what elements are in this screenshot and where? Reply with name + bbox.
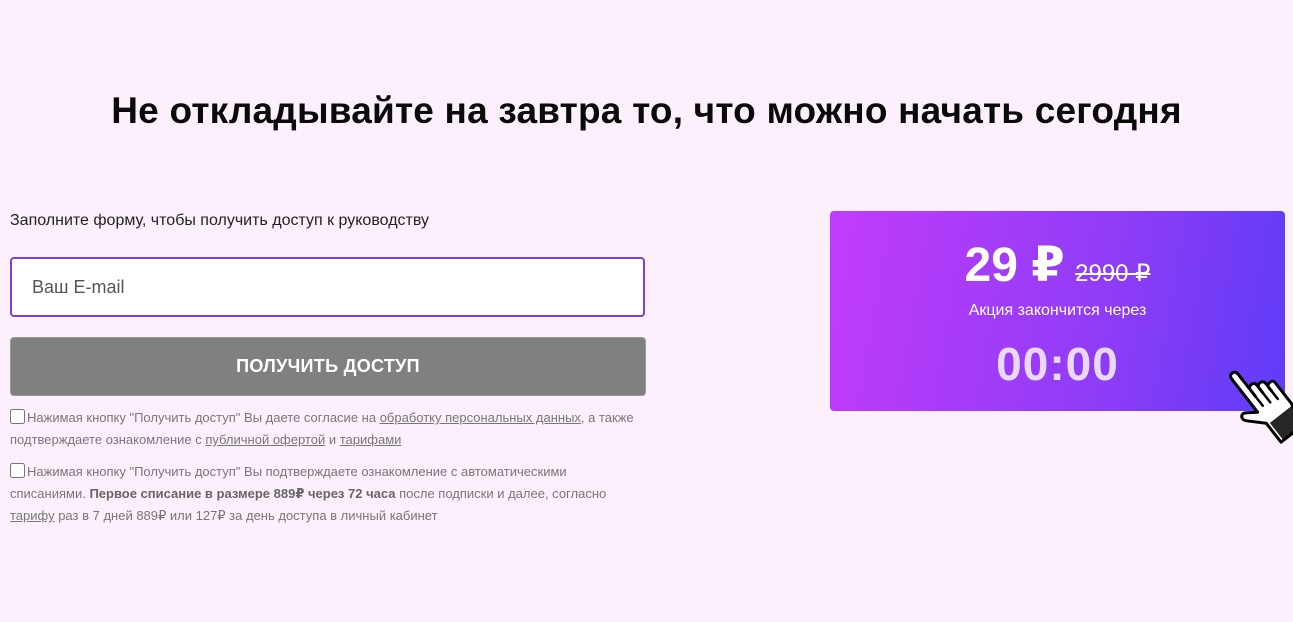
consent-personal-data-checkbox[interactable] [10,409,25,424]
public-offer-link[interactable]: публичной офертой [205,432,325,447]
consent-auto-payments: Нажимая кнопку "Получить доступ" Вы подт… [10,461,646,527]
form-intro: Заполните форму, чтобы получить доступ к… [10,212,429,229]
promo-card: 29 ₽ 2990 ₽ Акция закончится через 00:00 [830,211,1285,411]
signup-form: Заполните форму, чтобы получить доступ к… [10,210,646,527]
email-field[interactable] [10,257,645,317]
page: Не откладывайте на завтра то, что можно … [0,0,1293,622]
tariffs-link[interactable]: тарифами [340,432,402,447]
consent-1-text: Нажимая кнопку "Получить доступ" Вы дает… [27,410,380,425]
countdown-timer: 00:00 [996,338,1119,390]
get-access-button[interactable]: ПОЛУЧИТЬ ДОСТУП [10,337,646,396]
price-new: 29 ₽ [964,239,1065,292]
consent-2-text-middle: после подписки и далее, согласно [395,486,607,501]
personal-data-link[interactable]: обработку персональных данных [380,410,581,425]
first-charge-notice: Первое списание в размере 889₽ через 72 … [89,486,396,501]
consent-1-and: и [325,432,340,447]
price-old: 2990 ₽ [1075,260,1151,287]
hand-pointer-icon [1229,370,1293,444]
price-row: 29 ₽ 2990 ₽ [830,237,1285,293]
tariff-link[interactable]: тарифу [10,508,55,523]
page-headline: Не откладывайте на завтра то, что можно … [111,90,1182,131]
consent-auto-payments-checkbox[interactable] [10,463,25,478]
promo-ends-label: Акция закончится через [968,302,1147,319]
consent-2-text-after: раз в 7 дней 889₽ или 127₽ за день досту… [54,508,438,523]
consent-personal-data: Нажимая кнопку "Получить доступ" Вы дает… [10,407,646,451]
